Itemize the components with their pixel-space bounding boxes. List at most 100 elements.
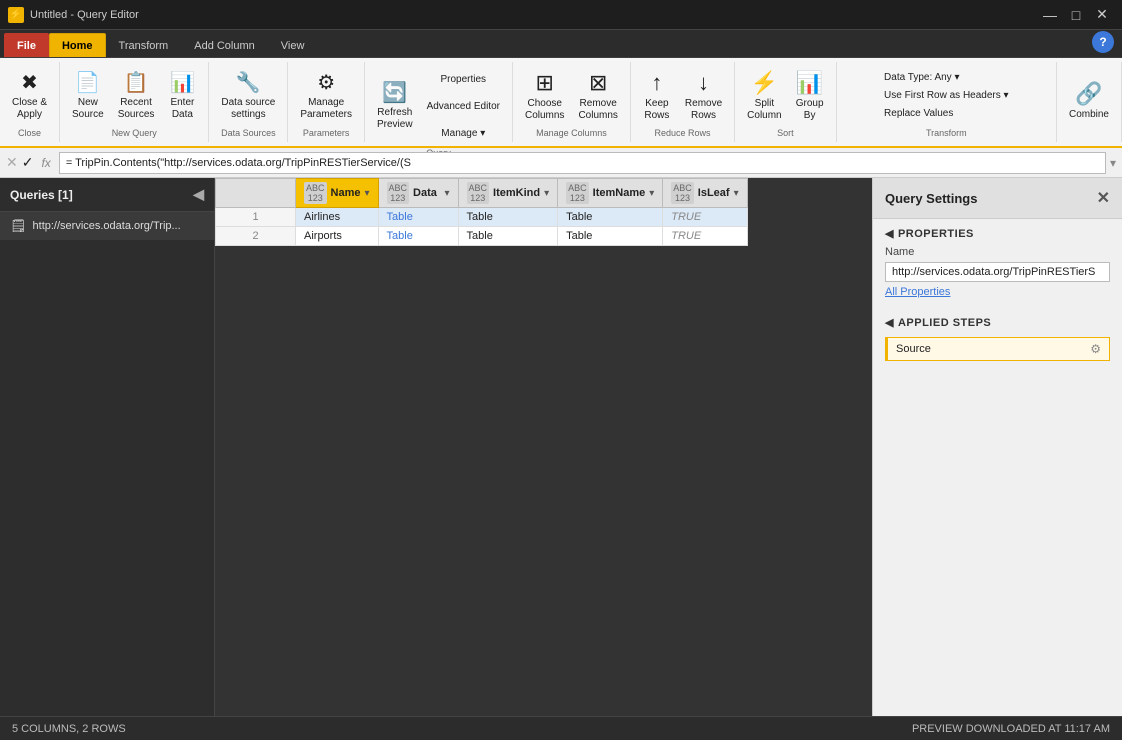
enter-data-button[interactable]: 📊 Enter Data [162, 67, 202, 125]
col-name-name: Name [331, 187, 361, 199]
ribbon-group-transform-content: Data Type: Any ▾ Use First Row as Header… [880, 66, 1013, 126]
formula-input[interactable] [59, 152, 1106, 174]
new-query-label: New Query [112, 128, 157, 138]
tab-view[interactable]: View [268, 33, 318, 57]
window-close-button[interactable]: ✕ [1090, 5, 1114, 25]
properties-label: PROPERTIES [898, 228, 974, 240]
table-row[interactable]: 2 Airports Table Table Table TRUE [216, 227, 748, 246]
cell-airports-itemkind: Table [458, 227, 558, 246]
split-column-icon: ⚡ [751, 70, 778, 96]
col-name-data: Data [413, 187, 437, 199]
new-source-button[interactable]: 📄 New Source [66, 67, 110, 125]
ribbon-group-transform: Data Type: Any ▾ Use First Row as Header… [837, 62, 1057, 142]
combine-button[interactable]: 🔗 Combine [1063, 72, 1115, 130]
name-field-value[interactable]: http://services.odata.org/TripPinRESTier… [885, 262, 1110, 282]
help-button[interactable]: ? [1092, 31, 1114, 53]
content-area: ABC123 Name ▾ ABC123 Data ▾ [215, 178, 872, 716]
col-type-itemkind: ABC123 [467, 182, 490, 204]
col-header-itemname[interactable]: ABC123 ItemName ▾ [558, 179, 663, 208]
col-name-isleaf: IsLeaf [698, 187, 730, 199]
row-number-header [216, 179, 296, 208]
close-apply-button[interactable]: ✖ Close & Apply [6, 67, 53, 125]
replace-values-button[interactable]: Replace Values [880, 106, 957, 121]
keep-rows-button[interactable]: ↑ Keep Rows [637, 67, 677, 125]
col-header-name-content: ABC123 Name ▾ [304, 182, 370, 204]
ribbon-group-data-sources-content: 🔧 Data source settings [215, 66, 281, 126]
ribbon-group-close-content: ✖ Close & Apply [6, 66, 53, 126]
manage-columns-label: Manage Columns [536, 128, 607, 138]
formula-bar: ✕ ✓ fx ▾ [0, 148, 1122, 178]
cell-airports-data[interactable]: Table [378, 227, 458, 246]
col-filter-isleaf[interactable]: ▾ [734, 188, 739, 199]
ribbon-group-manage-columns: ⊞ Choose Columns ⊠ Remove Columns Manage… [513, 62, 631, 142]
remove-rows-button[interactable]: ↓ Remove Rows [679, 67, 728, 125]
properties-arrow-icon: ◀ [885, 227, 894, 240]
ribbon-group-query: 🔄 Refresh Preview Properties Advanced Ed… [365, 62, 513, 142]
use-first-row-dropdown[interactable]: Use First Row as Headers ▾ [880, 88, 1013, 103]
col-header-name[interactable]: ABC123 Name ▾ [296, 179, 379, 208]
col-filter-data[interactable]: ▾ [444, 188, 449, 199]
cell-airlines-itemname: Table [558, 208, 663, 227]
ribbon-group-new-query-content: 📄 New Source 📋 Recent Sources 📊 Enter Da… [66, 66, 202, 126]
choose-columns-button[interactable]: ⊞ Choose Columns [519, 67, 570, 125]
col-header-isleaf-content: ABC123 IsLeaf ▾ [671, 182, 738, 204]
col-filter-itemname[interactable]: ▾ [649, 188, 654, 199]
ribbon-group-reduce-rows-content: ↑ Keep Rows ↓ Remove Rows [637, 66, 728, 126]
formula-confirm-icon[interactable]: ✓ [22, 154, 34, 171]
cell-airlines-data[interactable]: Table [378, 208, 458, 227]
formula-expand-icon[interactable]: ▾ [1110, 156, 1116, 170]
split-column-button[interactable]: ⚡ Split Column [741, 67, 787, 125]
cell-airlines-itemkind: Table [458, 208, 558, 227]
data-type-dropdown[interactable]: Data Type: Any ▾ [880, 70, 963, 85]
col-filter-name[interactable]: ▾ [364, 188, 369, 199]
step-gear-icon[interactable]: ⚙ [1090, 342, 1101, 356]
data-source-settings-button[interactable]: 🔧 Data source settings [215, 67, 281, 125]
col-filter-itemkind[interactable]: ▾ [544, 188, 549, 199]
formula-cancel-icon[interactable]: ✕ [6, 154, 18, 171]
group-by-button[interactable]: 📊 Group By [790, 67, 830, 125]
col-type-data: ABC123 [387, 182, 410, 204]
advanced-editor-button[interactable]: Advanced Editor [421, 93, 506, 119]
remove-columns-icon: ⊠ [589, 70, 607, 96]
query-panel-close-button[interactable]: ✕ [1097, 188, 1110, 208]
ribbon-right: ? [1084, 27, 1122, 57]
col-header-itemkind[interactable]: ABC123 ItemKind ▾ [458, 179, 558, 208]
step-source-label: Source [896, 343, 931, 355]
row-number-1: 1 [216, 208, 296, 227]
ribbon-group-parameters: ⚙ Manage Parameters Parameters [288, 62, 365, 142]
tab-transform[interactable]: Transform [106, 33, 182, 57]
step-source[interactable]: Source ⚙ [885, 337, 1110, 361]
remove-columns-button[interactable]: ⊠ Remove Columns [572, 67, 623, 125]
manage-parameters-button[interactable]: ⚙ Manage Parameters [294, 67, 358, 125]
tab-home[interactable]: Home [49, 33, 106, 57]
ribbon-group-sort: ⚡ Split Column 📊 Group By Sort [735, 62, 836, 142]
enter-data-icon: 📊 [170, 71, 195, 95]
status-bar: 5 COLUMNS, 2 ROWS PREVIEW DOWNLOADED AT … [0, 716, 1122, 740]
all-properties-link[interactable]: All Properties [873, 284, 1122, 300]
maximize-button[interactable]: □ [1064, 5, 1088, 25]
tab-add-column[interactable]: Add Column [181, 33, 268, 57]
tab-file[interactable]: File [4, 33, 49, 57]
col-header-isleaf[interactable]: ABC123 IsLeaf ▾ [663, 179, 747, 208]
data-sources-label: Data Sources [221, 128, 276, 138]
ribbon-group-query-content: 🔄 Refresh Preview Properties Advanced Ed… [371, 66, 506, 146]
col-name-itemname: ItemName [593, 187, 646, 199]
col-header-data[interactable]: ABC123 Data ▾ [378, 179, 458, 208]
query-small-buttons: Properties Advanced Editor Manage ▾ [421, 66, 506, 146]
sidebar-item-query[interactable]: 🗒 http://services.odata.org/Trip... [0, 212, 214, 240]
cell-airports-name: Airports [296, 227, 379, 246]
properties-button[interactable]: Properties [421, 66, 506, 92]
choose-columns-icon: ⊞ [535, 70, 553, 96]
table-row[interactable]: 1 Airlines Table Table Table TRUE [216, 208, 748, 227]
recent-sources-button[interactable]: 📋 Recent Sources [112, 67, 161, 125]
status-columns-rows: 5 COLUMNS, 2 ROWS [12, 723, 126, 735]
parameters-label: Parameters [303, 128, 350, 138]
manage-button[interactable]: Manage ▾ [421, 120, 506, 146]
title-bar-title: Untitled - Query Editor [30, 9, 139, 21]
data-grid[interactable]: ABC123 Name ▾ ABC123 Data ▾ [215, 178, 872, 716]
sidebar-collapse-button[interactable]: ◀ [193, 186, 204, 203]
minimize-button[interactable]: — [1038, 5, 1062, 25]
keep-rows-icon: ↑ [651, 70, 662, 96]
col-type-isleaf: ABC123 [671, 182, 694, 204]
refresh-preview-button[interactable]: 🔄 Refresh Preview [371, 77, 419, 135]
